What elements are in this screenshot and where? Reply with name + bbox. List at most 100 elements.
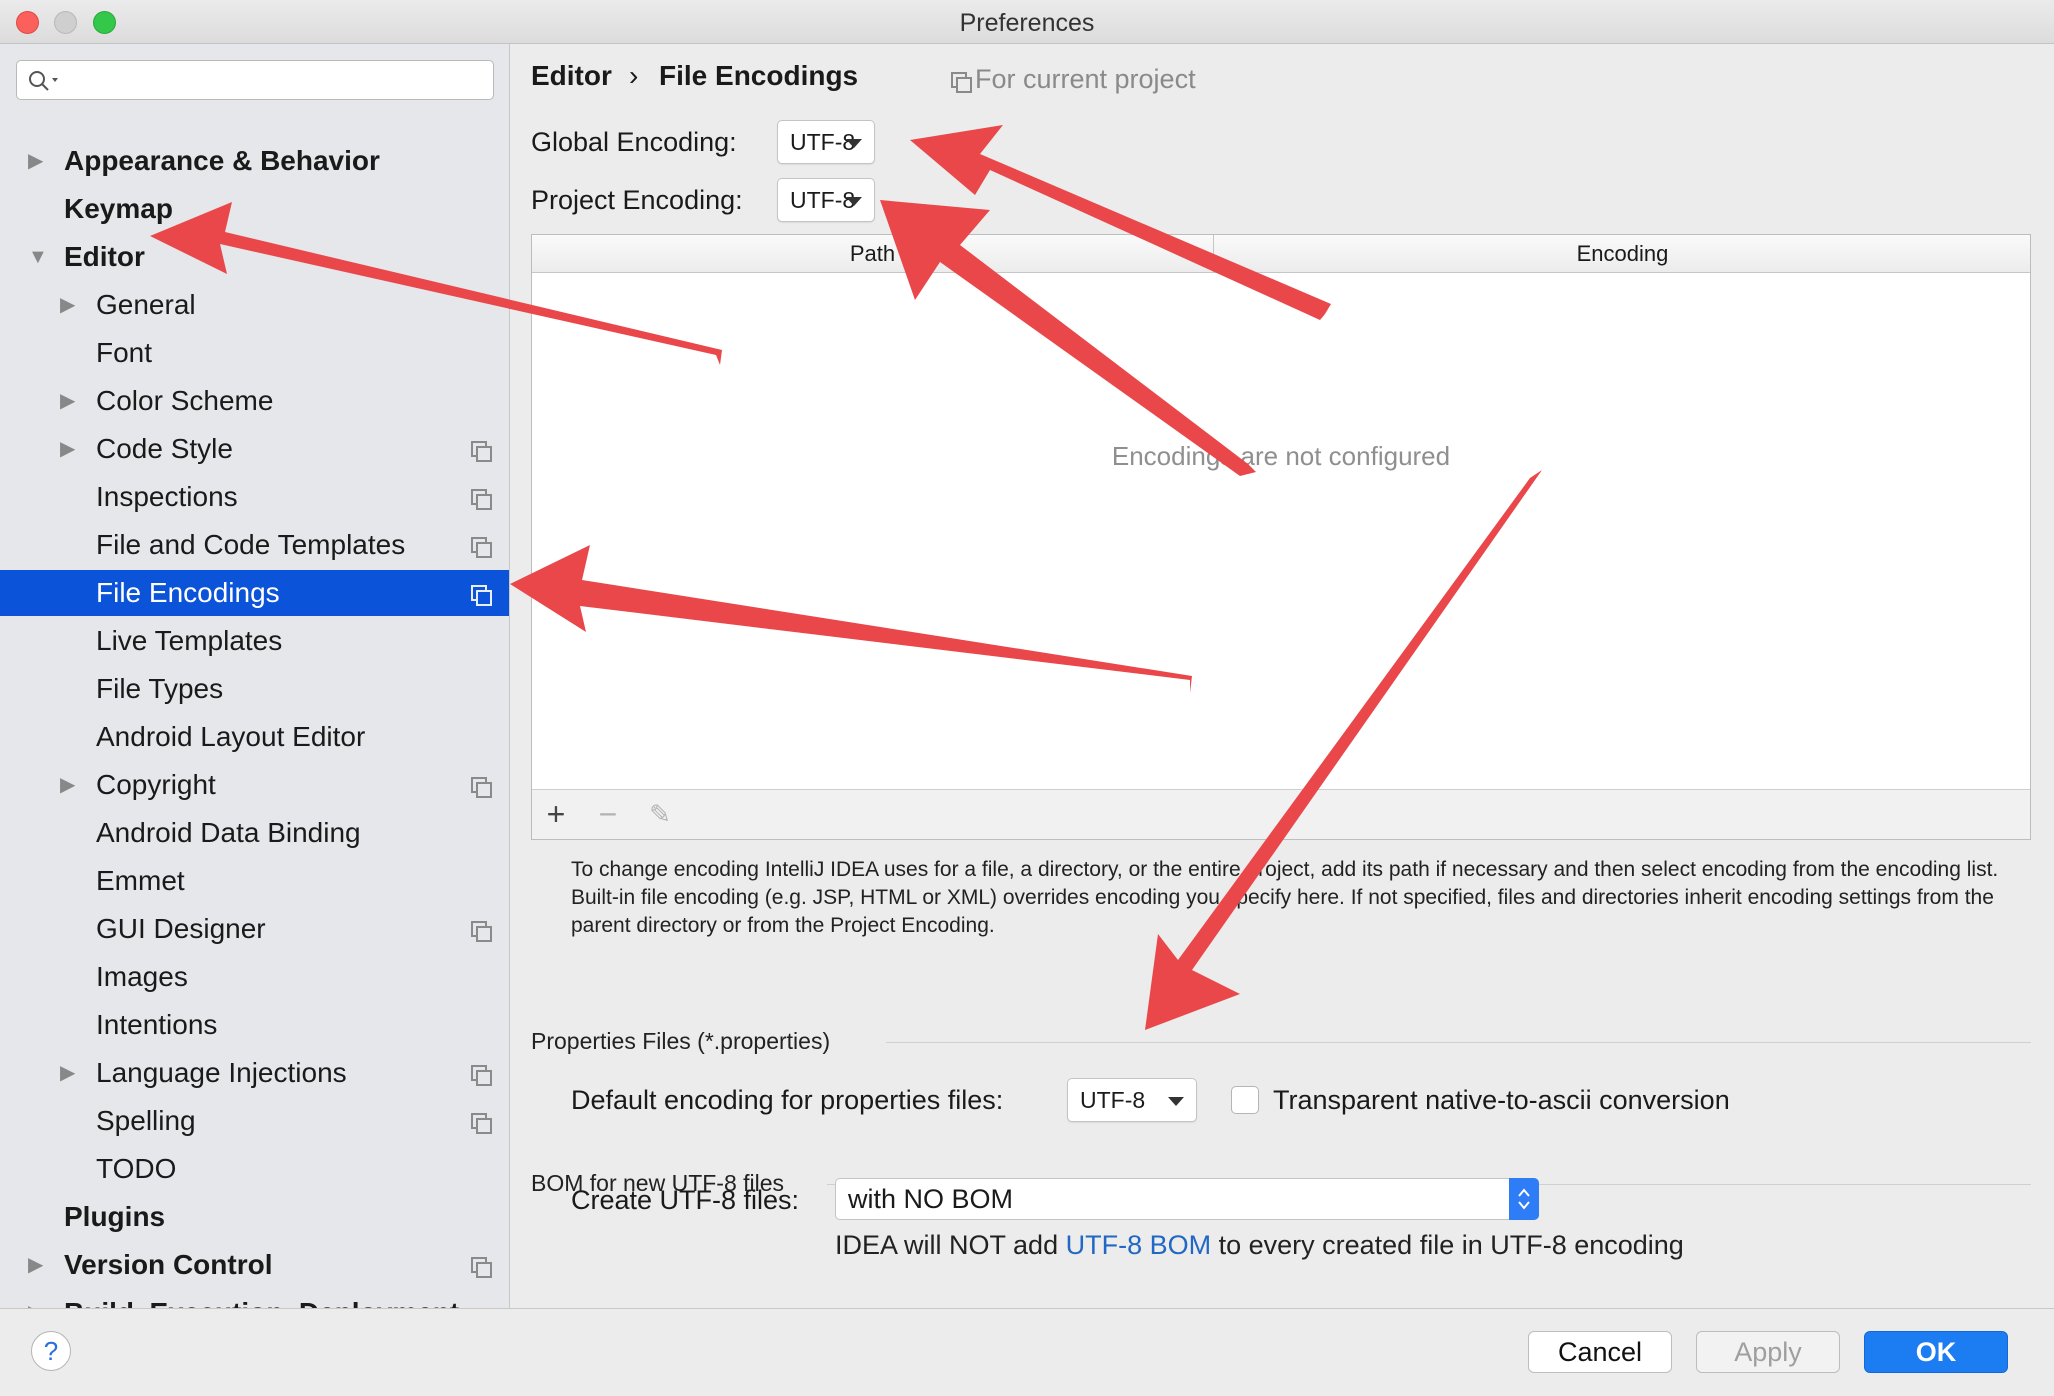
scope-label: For current project [975,64,1196,94]
window-title: Preferences [959,9,1095,37]
title-bar: Preferences [0,0,2054,44]
column-header-path[interactable]: Path [532,235,1214,273]
sidebar-item-label: Images [96,961,188,992]
sidebar-item-language-injections[interactable]: ▶ Language Injections [0,1050,509,1096]
project-scope-icon [471,441,492,462]
sidebar-item-label: Live Templates [96,625,283,656]
bom-note-prefix: IDEA will NOT add [835,1230,1066,1260]
collapsed-arrow-icon[interactable]: ▶ [60,282,75,328]
project-encoding-label: Project Encoding: [531,185,743,215]
path-encoding-table[interactable]: Path Encoding Encodings are not configur… [531,234,2031,840]
sidebar-item-label: Copyright [96,769,216,800]
sidebar-item-gui-designer[interactable]: GUI Designer [0,906,509,952]
project-scope-icon [471,921,492,942]
sidebar-item-spelling[interactable]: Spelling [0,1098,509,1144]
sidebar-item-label: Build, Execution, Deployment [64,1290,459,1308]
sidebar-item-font[interactable]: Font [0,330,509,376]
default-encoding-select[interactable]: UTF-8 [1067,1078,1197,1122]
up-down-chevron-icon [1509,1178,1539,1220]
sidebar-item-label: File and Code Templates [96,529,406,560]
sidebar-item-code-style[interactable]: ▶ Code Style [0,426,509,472]
sidebar-item-live-templates[interactable]: Live Templates [0,618,509,664]
global-encoding-select[interactable]: UTF-8 [777,120,875,164]
project-scope-icon [471,537,492,558]
sidebar-item-label: Spelling [96,1105,196,1136]
sidebar-item-android-layout-editor[interactable]: Android Layout Editor [0,714,509,760]
sidebar-item-label: GUI Designer [96,913,266,944]
default-encoding-label: Default encoding for properties files: [571,1085,1004,1115]
ok-button[interactable]: OK [1864,1331,2008,1373]
project-scope-icon [471,1257,492,1278]
project-scope-icon [471,585,492,606]
edit-icon[interactable]: ✎ [642,796,678,832]
add-icon[interactable]: + [538,796,574,832]
expanded-arrow-icon[interactable]: ▼ [28,234,48,280]
sidebar-item-label: TODO [96,1153,177,1184]
sidebar-item-file-encodings[interactable]: File Encodings [0,570,509,616]
project-scope-icon [471,489,492,510]
project-scope-icon [471,1113,492,1134]
sidebar-item-todo[interactable]: TODO [0,1146,509,1192]
project-encoding-select[interactable]: UTF-8 [777,178,875,222]
global-encoding-label: Global Encoding: [531,127,737,157]
settings-sidebar: ▶ Appearance & Behavior Keymap ▼ Editor ▶ Gene… [0,44,510,1308]
sidebar-item-plugins[interactable]: Plugins [0,1194,509,1240]
chevron-down-icon [846,139,862,148]
sidebar-item-label: Intentions [96,1009,218,1040]
collapsed-arrow-icon[interactable]: ▶ [60,378,75,424]
project-scope-icon [951,72,972,93]
sidebar-item-file-types[interactable]: File Types [0,666,509,712]
sidebar-item-label: Android Data Binding [96,817,361,848]
sidebar-item-label: Editor [64,241,145,272]
sidebar-item-file-and-code-templates[interactable]: File and Code Templates [0,522,509,568]
remove-icon[interactable]: − [590,796,626,832]
chevron-down-icon [1168,1097,1184,1106]
sidebar-item-editor[interactable]: ▼ Editor [0,234,509,280]
collapsed-arrow-icon[interactable]: ▶ [28,1290,43,1308]
project-scope-icon [471,1065,492,1086]
breadcrumb-parent[interactable]: Editor [531,60,612,92]
sidebar-item-label: Emmet [96,865,185,896]
table-empty-text: Encodings are not configured [1111,441,1451,471]
table-toolbar: + − ✎ [532,789,2030,839]
collapsed-arrow-icon[interactable]: ▶ [60,762,75,808]
sidebar-item-images[interactable]: Images [0,954,509,1000]
sidebar-item-emmet[interactable]: Emmet [0,858,509,904]
create-utf8-value: with NO BOM [848,1184,1014,1214]
collapsed-arrow-icon[interactable]: ▶ [28,138,43,184]
sidebar-item-appearance-behavior[interactable]: ▶ Appearance & Behavior [0,138,509,184]
bom-note: IDEA will NOT add UTF-8 BOM to every cre… [835,1230,1684,1261]
scope-indicator: For current project [951,64,1196,95]
sidebar-item-label: Android Layout Editor [96,721,366,752]
settings-search-input[interactable] [16,60,494,100]
create-utf8-label: Create UTF-8 files: [571,1185,800,1215]
sidebar-item-label: Inspections [96,481,238,512]
create-utf8-select[interactable]: with NO BOM [835,1178,1539,1220]
apply-button[interactable]: Apply [1696,1331,1840,1373]
collapsed-arrow-icon[interactable]: ▶ [60,1050,75,1096]
sidebar-item-intentions[interactable]: Intentions [0,1002,509,1048]
transparent-conversion-checkbox[interactable] [1231,1086,1259,1114]
sidebar-item-android-data-binding[interactable]: Android Data Binding [0,810,509,856]
sidebar-item-label: File Types [96,673,224,704]
sidebar-item-label: Color Scheme [96,385,274,416]
column-header-encoding[interactable]: Encoding [1215,235,2030,273]
sidebar-item-inspections[interactable]: Inspections [0,474,509,520]
transparent-conversion-label[interactable]: Transparent native-to-ascii conversion [1273,1085,1730,1116]
sidebar-item-general[interactable]: ▶ General [0,282,509,328]
sidebar-item-color-scheme[interactable]: ▶ Color Scheme [0,378,509,424]
sidebar-item-label: Plugins [64,1201,166,1232]
sidebar-item-build-execution-deployment[interactable]: ▶ Build, Execution, Deployment [0,1290,509,1308]
sidebar-item-keymap[interactable]: Keymap [0,186,509,232]
help-button[interactable]: ? [31,1331,71,1371]
properties-separator [886,1042,2031,1043]
help-text: To change encoding IntelliJ IDEA uses fo… [571,858,1999,937]
utf8-bom-link[interactable]: UTF-8 BOM [1066,1230,1212,1260]
collapsed-arrow-icon[interactable]: ▶ [28,1242,43,1288]
collapsed-arrow-icon[interactable]: ▶ [60,426,75,472]
sidebar-item-copyright[interactable]: ▶ Copyright [0,762,509,808]
default-encoding-value: UTF-8 [1080,1087,1146,1113]
cancel-button[interactable]: Cancel [1528,1331,1672,1373]
page-title: File Encodings [659,60,859,91]
sidebar-item-version-control[interactable]: ▶ Version Control [0,1242,509,1288]
